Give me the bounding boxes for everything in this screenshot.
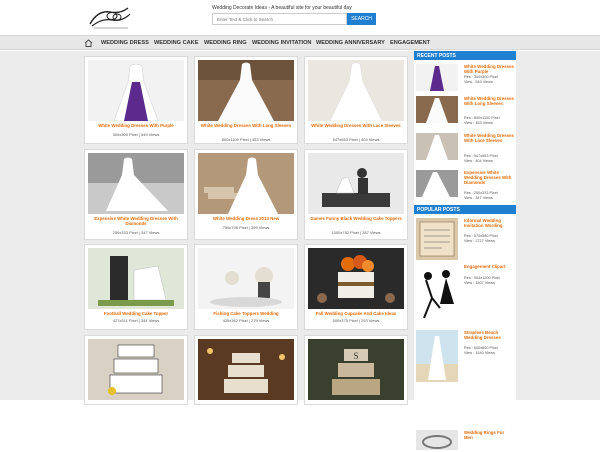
post-title[interactable]: Wedding Rings For Men xyxy=(464,430,514,440)
card-title[interactable]: Expensive White Wedding Dresses With Dia… xyxy=(87,216,185,226)
popular-posts-heading: POPULAR POSTS xyxy=(414,205,516,214)
gallery-card[interactable]: White Wedding Dress 2013 New 750x795 Pix… xyxy=(194,149,298,240)
card-image[interactable] xyxy=(308,153,404,214)
gallery-card[interactable]: S xyxy=(304,335,408,405)
sidebar-post-item[interactable]: White Wedding Dresses With Lace Sleeves … xyxy=(416,133,516,169)
gallery-card[interactable]: Expensive White Wedding Dresses With Dia… xyxy=(84,149,188,240)
wedding-rings-logo-icon[interactable] xyxy=(84,4,136,30)
post-resolution: Res : 600x800 Pixel xyxy=(464,346,498,350)
main-navigation: WEDDING DRESS WEDDING CAKE WEDDING RING … xyxy=(0,35,600,50)
gallery-card[interactable]: White Wedding Dresses With Long Sleeves … xyxy=(194,56,298,144)
post-title[interactable]: White Wedding Dresses With Lace Sleeves xyxy=(464,133,514,143)
post-resolution: Res : 547x653 Pixel xyxy=(464,154,498,158)
post-thumbnail[interactable] xyxy=(416,96,458,123)
sidebar-post-item[interactable]: White Wedding Dresses With Purple Res : … xyxy=(416,64,516,94)
card-image[interactable]: S xyxy=(308,339,404,400)
card-title[interactable]: White Wedding Dresses With Purple xyxy=(87,123,185,128)
card-title[interactable]: Games Funny Black Wedding Cake Toppers xyxy=(307,216,405,221)
card-meta: 300x300 Pixel | 549 Views xyxy=(112,132,160,137)
home-icon[interactable] xyxy=(84,39,93,47)
post-views: View : 549 Views xyxy=(464,80,493,84)
recent-posts-heading: RECENT POSTS xyxy=(414,51,516,60)
card-meta: 425x362 Pixel | 279 Views xyxy=(222,318,270,323)
nav-wedding-anniversary[interactable]: WEDDING ANNIVERSARY xyxy=(316,40,385,46)
post-title[interactable]: White Wedding Dresses With Long Sleeves xyxy=(464,96,514,106)
post-views: View : 347 Views xyxy=(464,196,493,200)
post-views: View : 2727 Views xyxy=(464,239,495,243)
post-thumbnail[interactable] xyxy=(416,133,458,160)
card-image[interactable] xyxy=(198,248,294,309)
post-thumbnail[interactable] xyxy=(416,170,458,197)
gallery-card[interactable] xyxy=(84,335,188,405)
post-resolution: Res : 904x1200 Pixel xyxy=(464,276,500,280)
card-meta: 427x511 Pixel | 344 Views xyxy=(112,318,160,323)
sidebar-post-item[interactable]: Expensive White Wedding Dresses With Dia… xyxy=(416,170,516,204)
post-title[interactable]: Strapless Beach Wedding Dresses xyxy=(464,330,514,340)
post-views: View : 1507 Views xyxy=(464,281,495,285)
gallery-card[interactable]: White Wedding Dresses With Lace Sleeves … xyxy=(304,56,408,144)
card-image[interactable] xyxy=(198,339,294,400)
card-title[interactable]: White Wedding Dresses With Long Sleeves xyxy=(197,123,295,128)
card-title[interactable]: Fall Wedding Cupcake And Cake Ideas xyxy=(307,311,405,316)
sidebar: RECENT POSTS White Wedding Dresses With … xyxy=(414,51,516,450)
nav-wedding-ring[interactable]: WEDDING RING xyxy=(204,40,247,46)
nav-wedding-dress[interactable]: WEDDING DRESS xyxy=(101,40,149,46)
card-meta: 250x333 Pixel | 347 Views xyxy=(112,230,160,235)
post-resolution: Res : 800x1100 Pixel xyxy=(464,116,500,120)
card-title[interactable]: Fishing Cake Toppers Wedding xyxy=(197,311,295,316)
post-views: View : 1540 Views xyxy=(464,351,495,355)
card-image[interactable] xyxy=(88,339,184,400)
card-image[interactable] xyxy=(198,153,294,214)
card-meta: 800x1100 Pixel | 453 Views xyxy=(221,137,271,142)
site-tagline: Wedding Decorate Ideas - A beautiful sit… xyxy=(212,5,352,11)
post-title[interactable]: Informal Wedding Invitation Wording xyxy=(464,218,514,228)
gallery-card[interactable]: Games Funny Black Wedding Cake Toppers 1… xyxy=(304,149,408,240)
card-meta: 750x795 Pixel | 399 Views xyxy=(222,225,270,230)
post-thumbnail[interactable] xyxy=(416,218,458,260)
gallery-card[interactable] xyxy=(194,335,298,405)
card-meta: 500x375 Pixel | 293 Views xyxy=(332,318,380,323)
gallery-card[interactable]: Fishing Cake Toppers Wedding 425x362 Pix… xyxy=(194,244,298,330)
card-image[interactable] xyxy=(198,60,294,121)
sidebar-post-item[interactable]: Informal Wedding Invitation Wording Res … xyxy=(416,218,516,262)
post-resolution: Res : 570x580 Pixel xyxy=(464,234,498,238)
card-image[interactable] xyxy=(88,248,184,309)
site-header: Wedding Decorate Ideas - A beautiful sit… xyxy=(0,0,600,34)
search-input[interactable] xyxy=(212,13,347,25)
post-title[interactable]: Engagement Clipart xyxy=(464,264,514,269)
post-resolution: Res : 300x300 Pixel xyxy=(464,75,498,79)
sidebar-post-item[interactable]: White Wedding Dresses With Long Sleeves … xyxy=(416,96,516,132)
card-title[interactable]: White Wedding Dresses With Lace Sleeves xyxy=(307,123,405,128)
gallery-card[interactable]: White Wedding Dresses With Purple 300x30… xyxy=(84,56,188,144)
post-thumbnail[interactable] xyxy=(416,264,458,322)
sidebar-post-item[interactable]: Strapless Beach Wedding Dresses Res : 60… xyxy=(416,330,516,384)
card-image[interactable] xyxy=(308,248,404,309)
card-image[interactable] xyxy=(88,153,184,214)
card-title[interactable]: White Wedding Dress 2013 New xyxy=(197,216,295,221)
post-title[interactable]: Expensive White Wedding Dresses With Dia… xyxy=(464,170,514,186)
card-image[interactable] xyxy=(308,60,404,121)
gallery-card[interactable]: Football Wedding Cake Topper 427x511 Pix… xyxy=(84,244,188,330)
sidebar-post-item[interactable]: Engagement Clipart Res : 904x1200 Pixel … xyxy=(416,264,516,324)
post-thumbnail[interactable] xyxy=(416,64,458,91)
card-title[interactable]: Football Wedding Cake Topper xyxy=(87,311,185,316)
nav-wedding-cake[interactable]: WEDDING CAKE xyxy=(154,40,198,46)
nav-wedding-invitation[interactable]: WEDDING INVITATION xyxy=(252,40,311,46)
nav-engagement[interactable]: ENGAGEMENT xyxy=(390,40,430,46)
post-resolution: Res : 250x333 Pixel xyxy=(464,191,498,195)
card-image[interactable] xyxy=(88,60,184,121)
post-thumbnail[interactable] xyxy=(416,430,458,450)
sidebar-post-item[interactable]: Wedding Rings For Men xyxy=(416,430,516,452)
post-views: View : 453 Views xyxy=(464,121,493,125)
gallery-card[interactable]: Fall Wedding Cupcake And Cake Ideas 500x… xyxy=(304,244,408,330)
search-button[interactable]: SEARCH xyxy=(347,13,376,25)
post-thumbnail[interactable] xyxy=(416,330,458,382)
card-meta: 547x653 Pixel | 404 Views xyxy=(332,137,380,142)
card-meta: 1000x782 Pixel | 287 Views xyxy=(331,230,381,235)
post-title[interactable]: White Wedding Dresses With Purple xyxy=(464,64,514,74)
post-views: View : 404 Views xyxy=(464,159,493,163)
svg-text:S: S xyxy=(353,351,358,361)
